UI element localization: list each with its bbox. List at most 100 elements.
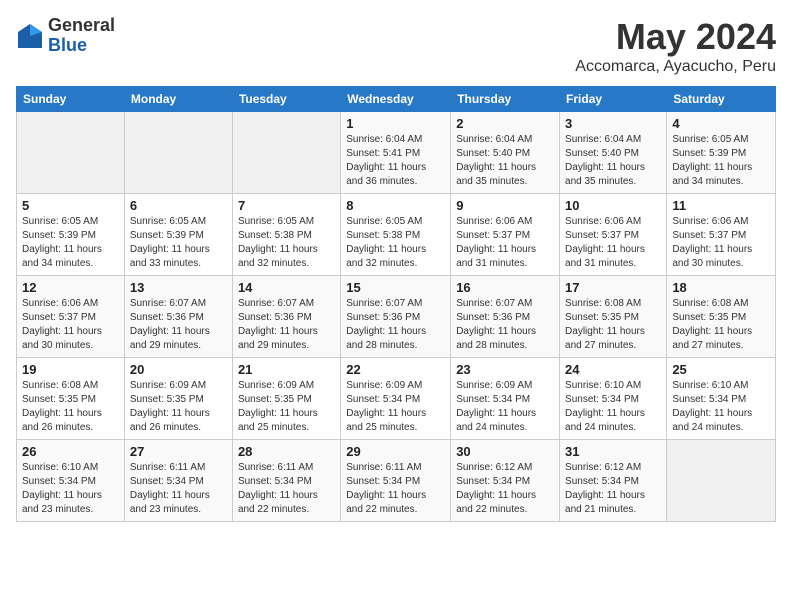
day-info: Sunrise: 6:06 AM Sunset: 5:37 PM Dayligh… [456,215,554,271]
calendar-cell: 11 Sunrise: 6:06 AM Sunset: 5:37 PM Dayli… [667,194,776,276]
day-info: Sunrise: 6:04 AM Sunset: 5:40 PM Dayligh… [565,133,661,189]
calendar-cell: 14 Sunrise: 6:07 AM Sunset: 5:36 PM Dayli… [232,276,340,358]
day-info: Sunrise: 6:05 AM Sunset: 5:39 PM Dayligh… [130,215,227,271]
header-day-wednesday: Wednesday [341,87,451,112]
day-number: 28 [238,444,335,459]
day-number: 2 [456,116,554,131]
calendar-cell: 15Sunrise: 6:07 AM Sunset: 5:36 PM Dayli… [341,276,451,358]
calendar-cell [17,112,125,194]
day-info: Sunrise: 6:04 AM Sunset: 5:40 PM Dayligh… [456,133,554,189]
calendar-cell [232,112,340,194]
calendar-cell: 13Sunrise: 6:07 AM Sunset: 5:36 PM Dayli… [124,276,232,358]
header-day-thursday: Thursday [451,87,560,112]
calendar-cell: 25 Sunrise: 6:10 AM Sunset: 5:34 PM Dayli… [667,358,776,440]
header-day-monday: Monday [124,87,232,112]
day-info: Sunrise: 6:11 AM Sunset: 5:34 PM Dayligh… [346,461,445,517]
day-number: 14 [238,280,335,295]
day-number: 11 [672,198,770,213]
day-info: Sunrise: 6:07 AM Sunset: 5:36 PM Dayligh… [456,297,554,353]
sub-title: Accomarca, Ayacucho, Peru [575,58,776,76]
day-info: Sunrise: 6:09 AM Sunset: 5:34 PM Dayligh… [346,379,445,435]
calendar-cell: 21 Sunrise: 6:09 AM Sunset: 5:35 PM Dayli… [232,358,340,440]
day-number: 1 [346,116,445,131]
day-info: Sunrise: 6:12 AM Sunset: 5:34 PM Dayligh… [565,461,661,517]
day-info: Sunrise: 6:07 AM Sunset: 5:36 PM Dayligh… [238,297,335,353]
calendar-cell: 9 Sunrise: 6:06 AM Sunset: 5:37 PM Daylig… [451,194,560,276]
calendar-cell: 1 Sunrise: 6:04 AM Sunset: 5:41 PM Daylig… [341,112,451,194]
day-number: 25 [672,362,770,377]
day-info: Sunrise: 6:09 AM Sunset: 5:35 PM Dayligh… [130,379,227,435]
calendar-cell: 5Sunrise: 6:05 AM Sunset: 5:39 PM Daylig… [17,194,125,276]
day-number: 24 [565,362,661,377]
header-day-friday: Friday [560,87,667,112]
day-info: Sunrise: 6:05 AM Sunset: 5:38 PM Dayligh… [238,215,335,271]
calendar-week-1: 1 Sunrise: 6:04 AM Sunset: 5:41 PM Daylig… [17,112,776,194]
calendar-cell: 6 Sunrise: 6:05 AM Sunset: 5:39 PM Daylig… [124,194,232,276]
day-number: 19 [22,362,119,377]
day-info: Sunrise: 6:10 AM Sunset: 5:34 PM Dayligh… [672,379,770,435]
logo-text: General Blue [48,16,115,56]
day-number: 21 [238,362,335,377]
day-info: Sunrise: 6:11 AM Sunset: 5:34 PM Dayligh… [130,461,227,517]
calendar-cell: 8Sunrise: 6:05 AM Sunset: 5:38 PM Daylig… [341,194,451,276]
calendar-cell: 20 Sunrise: 6:09 AM Sunset: 5:35 PM Dayli… [124,358,232,440]
day-number: 9 [456,198,554,213]
calendar-cell: 24 Sunrise: 6:10 AM Sunset: 5:34 PM Dayli… [560,358,667,440]
day-number: 6 [130,198,227,213]
day-info: Sunrise: 6:10 AM Sunset: 5:34 PM Dayligh… [22,461,119,517]
day-number: 20 [130,362,227,377]
day-info: Sunrise: 6:08 AM Sunset: 5:35 PM Dayligh… [22,379,119,435]
day-number: 10 [565,198,661,213]
calendar-cell: 30Sunrise: 6:12 AM Sunset: 5:34 PM Dayli… [451,440,560,522]
day-number: 8 [346,198,445,213]
calendar-cell: 31 Sunrise: 6:12 AM Sunset: 5:34 PM Dayli… [560,440,667,522]
calendar-cell: 18 Sunrise: 6:08 AM Sunset: 5:35 PM Dayli… [667,276,776,358]
logo-icon [16,22,44,50]
header-row: SundayMondayTuesdayWednesdayThursdayFrid… [17,87,776,112]
day-info: Sunrise: 6:04 AM Sunset: 5:41 PM Dayligh… [346,133,445,189]
day-info: Sunrise: 6:06 AM Sunset: 5:37 PM Dayligh… [672,215,770,271]
header-day-sunday: Sunday [17,87,125,112]
day-info: Sunrise: 6:09 AM Sunset: 5:35 PM Dayligh… [238,379,335,435]
day-number: 4 [672,116,770,131]
day-number: 15 [346,280,445,295]
header-day-tuesday: Tuesday [232,87,340,112]
day-info: Sunrise: 6:08 AM Sunset: 5:35 PM Dayligh… [672,297,770,353]
day-number: 27 [130,444,227,459]
calendar-week-3: 12Sunrise: 6:06 AM Sunset: 5:37 PM Dayli… [17,276,776,358]
day-number: 26 [22,444,119,459]
day-number: 23 [456,362,554,377]
day-info: Sunrise: 6:09 AM Sunset: 5:34 PM Dayligh… [456,379,554,435]
calendar-week-5: 26 Sunrise: 6:10 AM Sunset: 5:34 PM Dayli… [17,440,776,522]
day-number: 18 [672,280,770,295]
day-number: 31 [565,444,661,459]
day-number: 22 [346,362,445,377]
day-info: Sunrise: 6:05 AM Sunset: 5:39 PM Dayligh… [672,133,770,189]
calendar-cell: 27 Sunrise: 6:11 AM Sunset: 5:34 PM Dayli… [124,440,232,522]
day-number: 17 [565,280,661,295]
logo: General Blue [16,16,115,56]
day-info: Sunrise: 6:11 AM Sunset: 5:34 PM Dayligh… [238,461,335,517]
logo-general: General [48,16,115,36]
day-number: 3 [565,116,661,131]
day-info: Sunrise: 6:10 AM Sunset: 5:34 PM Dayligh… [565,379,661,435]
calendar-cell: 17Sunrise: 6:08 AM Sunset: 5:35 PM Dayli… [560,276,667,358]
calendar-cell: 4 Sunrise: 6:05 AM Sunset: 5:39 PM Daylig… [667,112,776,194]
calendar-week-4: 19 Sunrise: 6:08 AM Sunset: 5:35 PM Dayli… [17,358,776,440]
calendar-body: 1 Sunrise: 6:04 AM Sunset: 5:41 PM Daylig… [17,112,776,522]
calendar-cell: 12Sunrise: 6:06 AM Sunset: 5:37 PM Dayli… [17,276,125,358]
calendar-cell: 2 Sunrise: 6:04 AM Sunset: 5:40 PM Daylig… [451,112,560,194]
day-info: Sunrise: 6:06 AM Sunset: 5:37 PM Dayligh… [22,297,119,353]
logo-blue: Blue [48,36,115,56]
calendar-table: SundayMondayTuesdayWednesdayThursdayFrid… [16,86,776,522]
calendar-cell: 22 Sunrise: 6:09 AM Sunset: 5:34 PM Dayli… [341,358,451,440]
day-number: 5 [22,198,119,213]
title-block: May 2024 Accomarca, Ayacucho, Peru [575,16,776,76]
day-number: 30 [456,444,554,459]
calendar-cell: 29Sunrise: 6:11 AM Sunset: 5:34 PM Dayli… [341,440,451,522]
calendar-cell [667,440,776,522]
calendar-cell: 10Sunrise: 6:06 AM Sunset: 5:37 PM Dayli… [560,194,667,276]
page-header: General Blue May 2024 Accomarca, Ayacuch… [16,16,776,76]
day-info: Sunrise: 6:07 AM Sunset: 5:36 PM Dayligh… [130,297,227,353]
calendar-cell [124,112,232,194]
